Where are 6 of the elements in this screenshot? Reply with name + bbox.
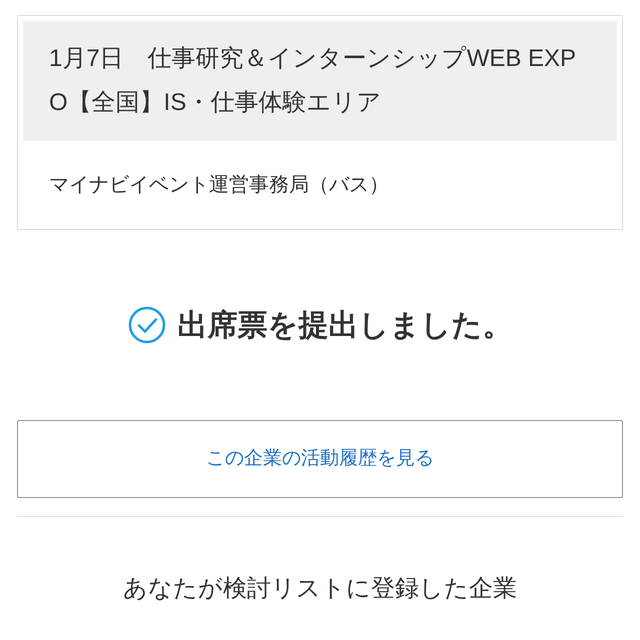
- check-circle-icon: [128, 306, 166, 344]
- organizer-name: マイナビイベント運営事務局（バス）: [49, 173, 389, 198]
- status-message: 出席票を提出しました。: [178, 308, 512, 344]
- activity-history-button[interactable]: この企業の活動履歴を見る: [17, 420, 623, 498]
- section-heading: あなたが検討リストに登録した企業: [123, 574, 517, 604]
- event-title: 1月7日 仕事研究＆インターンシップWEB EXPO【全国】IS・仕事体験エリア: [49, 44, 578, 118]
